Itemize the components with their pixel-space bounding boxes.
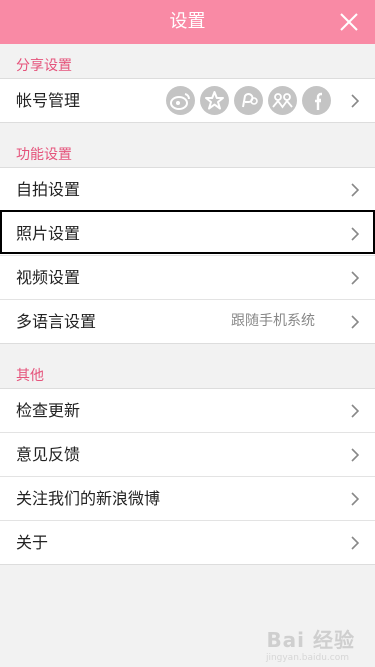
chevron-right-icon — [351, 404, 359, 418]
star-icon[interactable] — [200, 86, 229, 115]
section-label-function: 功能设置 — [16, 147, 72, 163]
row-label: 关于 — [16, 533, 49, 552]
share-group: 帐号管理 — [0, 78, 375, 123]
highlight-box — [0, 210, 375, 254]
row-label: 多语言设置 — [16, 312, 97, 331]
row-label: 意见反馈 — [16, 445, 81, 464]
feedback-row[interactable]: 意见反馈 — [0, 433, 375, 477]
chevron-right-icon — [351, 448, 359, 462]
video-settings-row[interactable]: 视频设置 — [0, 256, 375, 300]
baidu-watermark-url: jingyan.baidu.com — [265, 653, 349, 663]
people-icon[interactable] — [268, 86, 297, 115]
close-button[interactable] — [333, 6, 365, 38]
pinterest-icon[interactable] — [234, 86, 263, 115]
chevron-right-icon — [351, 94, 359, 108]
weibo-icon[interactable] — [166, 86, 195, 115]
chevron-right-icon — [351, 492, 359, 506]
check-update-row[interactable]: 检查更新 — [0, 389, 375, 433]
selfie-settings-row[interactable]: 自拍设置 — [0, 168, 375, 212]
section-label-other: 其他 — [16, 368, 44, 384]
account-management-row[interactable]: 帐号管理 — [0, 79, 375, 122]
row-label: 帐号管理 — [16, 91, 81, 110]
about-row[interactable]: 关于 — [0, 521, 375, 564]
language-value: 跟随手机系统 — [231, 313, 315, 329]
row-label: 视频设置 — [16, 268, 81, 287]
language-settings-row[interactable]: 多语言设置 跟随手机系统 — [0, 300, 375, 343]
section-label-share: 分享设置 — [16, 58, 72, 74]
row-label: 检查更新 — [16, 401, 81, 420]
close-icon — [340, 13, 358, 31]
baidu-watermark: Bai 经验 — [266, 628, 355, 652]
header-bar: 设置 — [0, 0, 375, 44]
row-label: 自拍设置 — [16, 180, 81, 199]
function-group: 自拍设置 照片设置 视频设置 多语言设置 跟随手机系统 — [0, 167, 375, 344]
facebook-icon[interactable] — [302, 86, 331, 115]
chevron-right-icon — [351, 315, 359, 329]
follow-weibo-row[interactable]: 关注我们的新浪微博 — [0, 477, 375, 521]
other-group: 检查更新 意见反馈 关注我们的新浪微博 关于 — [0, 388, 375, 565]
chevron-right-icon — [351, 271, 359, 285]
page-title: 设置 — [169, 11, 206, 32]
chevron-right-icon — [351, 183, 359, 197]
chevron-right-icon — [351, 536, 359, 550]
row-label: 关注我们的新浪微博 — [16, 489, 161, 508]
